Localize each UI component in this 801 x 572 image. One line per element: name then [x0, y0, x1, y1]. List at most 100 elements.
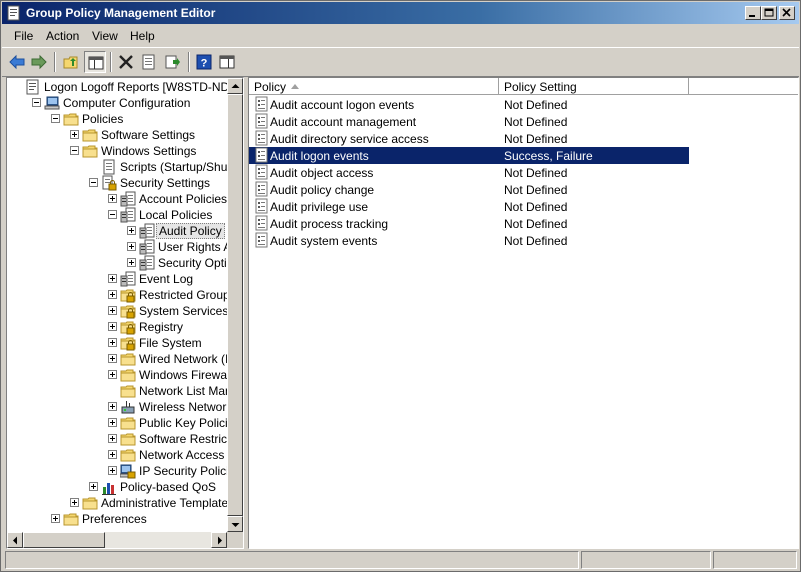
tree-node[interactable]: Event Log: [7, 271, 226, 287]
expand-button[interactable]: [108, 322, 117, 331]
tree-node[interactable]: Windows Firewall with: [7, 367, 243, 383]
tree-node[interactable]: Computer Configuration: [7, 95, 226, 111]
tree-node[interactable]: Network List Manage: [7, 383, 243, 399]
scroll-left-button[interactable]: [7, 532, 23, 548]
collapse-button[interactable]: [70, 146, 79, 155]
tree-node[interactable]: Wireless Network (IE: [7, 399, 243, 415]
tree-horizontal-scrollbar[interactable]: [7, 532, 227, 548]
collapse-button[interactable]: [89, 178, 98, 187]
expand-button[interactable]: [108, 434, 117, 443]
tree-node[interactable]: System Services: [7, 303, 228, 319]
minimize-button[interactable]: [745, 6, 761, 20]
folder-icon: [120, 353, 136, 366]
table-row[interactable]: Audit account management Not Defined: [249, 113, 689, 130]
expand-button[interactable]: [108, 338, 117, 347]
column-header-policy[interactable]: Policy: [249, 78, 499, 95]
table-row[interactable]: Audit privilege use Not Defined: [249, 198, 689, 215]
scroll-right-button[interactable]: [211, 532, 227, 548]
title-bar[interactable]: Group Policy Management Editor: [2, 2, 799, 24]
tree-node[interactable]: Windows Settings: [7, 143, 226, 159]
expand-button[interactable]: [108, 306, 117, 315]
menu-file[interactable]: File: [14, 29, 33, 43]
computer-icon: [44, 96, 60, 110]
delete-button[interactable]: [115, 51, 137, 73]
expand-button[interactable]: [70, 498, 79, 507]
tree-node[interactable]: Audit Policy: [7, 223, 226, 239]
up-one-level-button[interactable]: [60, 51, 82, 73]
locked-folder-icon: [120, 337, 136, 351]
tree-node[interactable]: Wired Network (IEEE: [7, 351, 243, 367]
column-header-policy-setting[interactable]: Policy Setting: [499, 78, 689, 95]
expand-button[interactable]: [108, 194, 117, 203]
tree-node[interactable]: Logon Logoff Reports [W8STD-NDRT42.W: [7, 79, 243, 95]
tree-scroll-thumb[interactable]: [227, 94, 243, 516]
expand-button[interactable]: [127, 242, 136, 251]
table-row[interactable]: Audit logon events Success, Failure: [249, 147, 689, 164]
table-row[interactable]: Audit process tracking Not Defined: [249, 215, 689, 232]
tree-node-label: Event Log: [139, 272, 194, 286]
tree-node[interactable]: Public Key Policies: [7, 415, 240, 431]
scroll-up-button[interactable]: [227, 78, 243, 94]
tree-node[interactable]: Preferences: [7, 511, 226, 527]
tree-node[interactable]: Software Settings: [7, 127, 226, 143]
expand-button[interactable]: [108, 402, 117, 411]
collapse-button[interactable]: [32, 98, 41, 107]
minus-icon: [91, 182, 96, 183]
sort-ascending-icon: [291, 84, 299, 89]
collapse-button[interactable]: [108, 210, 117, 219]
tree-node[interactable]: Scripts (Startup/Shutdow: [7, 159, 243, 175]
help-button[interactable]: ?: [193, 51, 215, 73]
tree-node[interactable]: Registry: [7, 319, 226, 335]
properties-button[interactable]: [138, 51, 160, 73]
details-pane[interactable]: Policy Policy Setting Audit account logo…: [248, 77, 799, 549]
expand-button[interactable]: [108, 354, 117, 363]
close-button[interactable]: [779, 6, 795, 20]
scroll-down-button[interactable]: [227, 516, 243, 532]
tree-hscroll-thumb[interactable]: [23, 532, 105, 548]
collapse-button[interactable]: [51, 114, 60, 123]
forward-button[interactable]: [28, 51, 50, 73]
expand-button[interactable]: [70, 130, 79, 139]
tree-node[interactable]: User Rights Assig: [7, 239, 243, 255]
back-button[interactable]: [6, 51, 28, 73]
expand-button[interactable]: [108, 290, 117, 299]
tree-node[interactable]: Policies: [7, 111, 226, 127]
tree-node[interactable]: Policy-based QoS: [7, 479, 226, 495]
expand-button[interactable]: [108, 274, 117, 283]
menu-help[interactable]: Help: [130, 29, 155, 43]
plus-icon: [53, 516, 58, 521]
maximize-button[interactable]: [761, 6, 777, 20]
tree-node[interactable]: File System: [7, 335, 226, 351]
table-row[interactable]: Audit directory service access Not Define…: [249, 130, 689, 147]
tree-node[interactable]: Administrative Templates: Po: [7, 495, 243, 511]
table-row[interactable]: Audit policy change Not Defined: [249, 181, 689, 198]
tree-node[interactable]: Network Access Prote: [7, 447, 243, 463]
expand-button[interactable]: [108, 370, 117, 379]
tree-node[interactable]: Security Settings: [7, 175, 226, 191]
show-action-pane-button[interactable]: [216, 51, 238, 73]
expand-button[interactable]: [108, 450, 117, 459]
tree-node[interactable]: Restricted Groups: [7, 287, 236, 303]
tree-node[interactable]: Software Restriction: [7, 431, 243, 447]
tree-node[interactable]: Security Options: [7, 255, 243, 271]
menu-view[interactable]: View: [92, 29, 118, 43]
expand-button[interactable]: [108, 418, 117, 427]
tree-vertical-scrollbar[interactable]: [227, 78, 243, 532]
policy-name-cell: Audit account logon events: [270, 98, 415, 112]
expand-button[interactable]: [108, 466, 117, 475]
tree-node[interactable]: Account Policies: [7, 191, 227, 207]
expand-button[interactable]: [51, 514, 60, 523]
tree-node[interactable]: IP Security Policies or: [7, 463, 243, 479]
expand-button[interactable]: [89, 482, 98, 491]
expand-button[interactable]: [127, 226, 136, 235]
table-row[interactable]: Audit object access Not Defined: [249, 164, 689, 181]
expand-button[interactable]: [127, 258, 136, 267]
status-bar-main: [5, 551, 579, 569]
export-list-button[interactable]: [162, 51, 184, 73]
show-hide-tree-button[interactable]: [84, 51, 106, 73]
table-row[interactable]: Audit account logon events Not Defined: [249, 96, 689, 113]
table-row[interactable]: Audit system events Not Defined: [249, 232, 689, 249]
menu-action[interactable]: Action: [46, 29, 79, 43]
tree-node[interactable]: Local Policies: [7, 207, 226, 223]
tree-pane[interactable]: Logon Logoff Reports [W8STD-NDRT42.W Comp…: [6, 77, 244, 549]
